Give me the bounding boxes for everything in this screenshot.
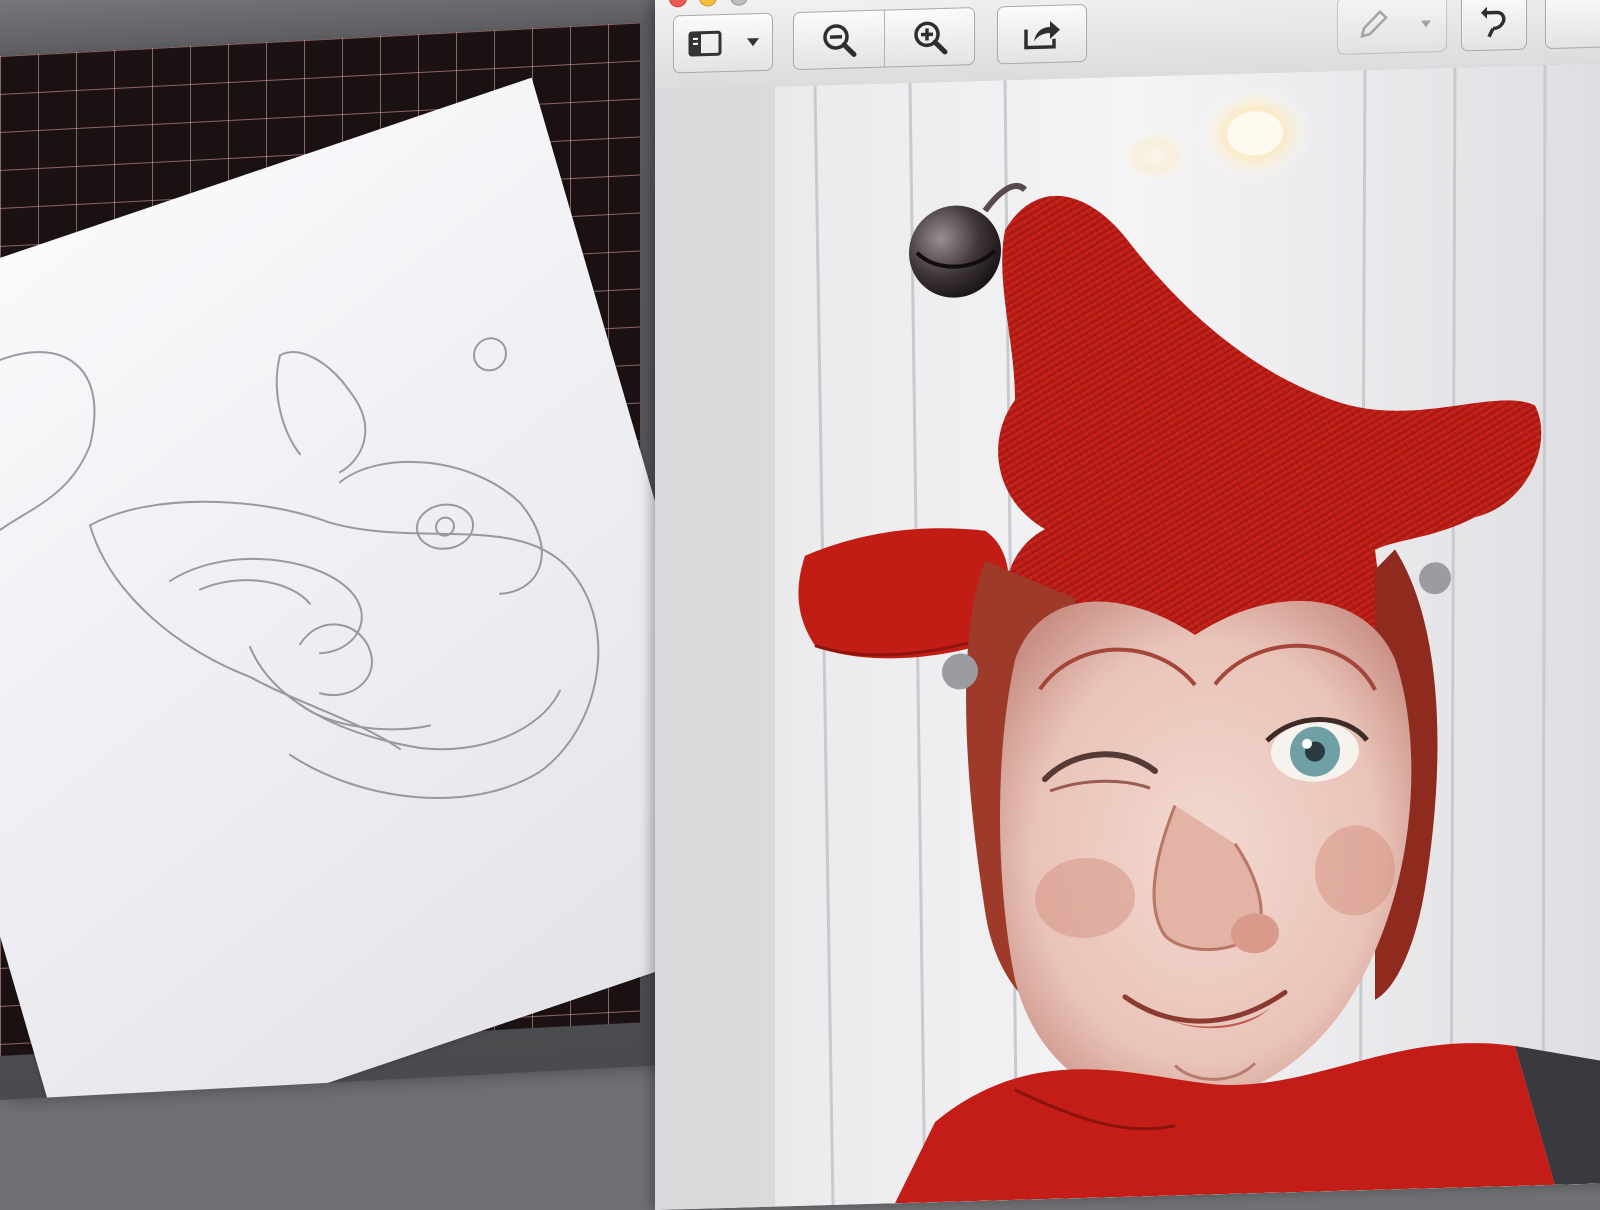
share-icon xyxy=(998,5,1086,63)
chevron-down-icon[interactable] xyxy=(1408,0,1444,52)
image-canvas xyxy=(655,63,1600,1210)
zoom-in-button[interactable] xyxy=(885,8,974,66)
chevron-down-icon[interactable] xyxy=(736,14,770,71)
minimize-button[interactable] xyxy=(699,0,717,7)
view-menu-button[interactable] xyxy=(673,13,773,74)
close-button[interactable] xyxy=(669,0,687,8)
pencil-sketch xyxy=(0,265,660,900)
markup-button[interactable] xyxy=(1337,0,1447,55)
rotate-button[interactable] xyxy=(1461,0,1527,51)
zoom-out-icon xyxy=(821,21,857,58)
rotate-icon xyxy=(1462,0,1526,50)
zoom-button-group xyxy=(793,7,975,70)
jester-puppet-photo xyxy=(655,63,1600,1210)
zoom-button[interactable] xyxy=(730,0,748,6)
window-controls xyxy=(669,0,756,13)
zoom-out-button[interactable] xyxy=(794,11,884,70)
zoom-in-icon xyxy=(912,19,948,56)
pencil-icon xyxy=(1338,0,1408,54)
sidebar-icon[interactable] xyxy=(674,15,736,73)
left-image-window xyxy=(0,0,672,1100)
toolbar-extra-button[interactable] xyxy=(1545,0,1600,49)
share-button[interactable] xyxy=(997,4,1087,65)
image-viewer-window xyxy=(655,0,1600,1210)
